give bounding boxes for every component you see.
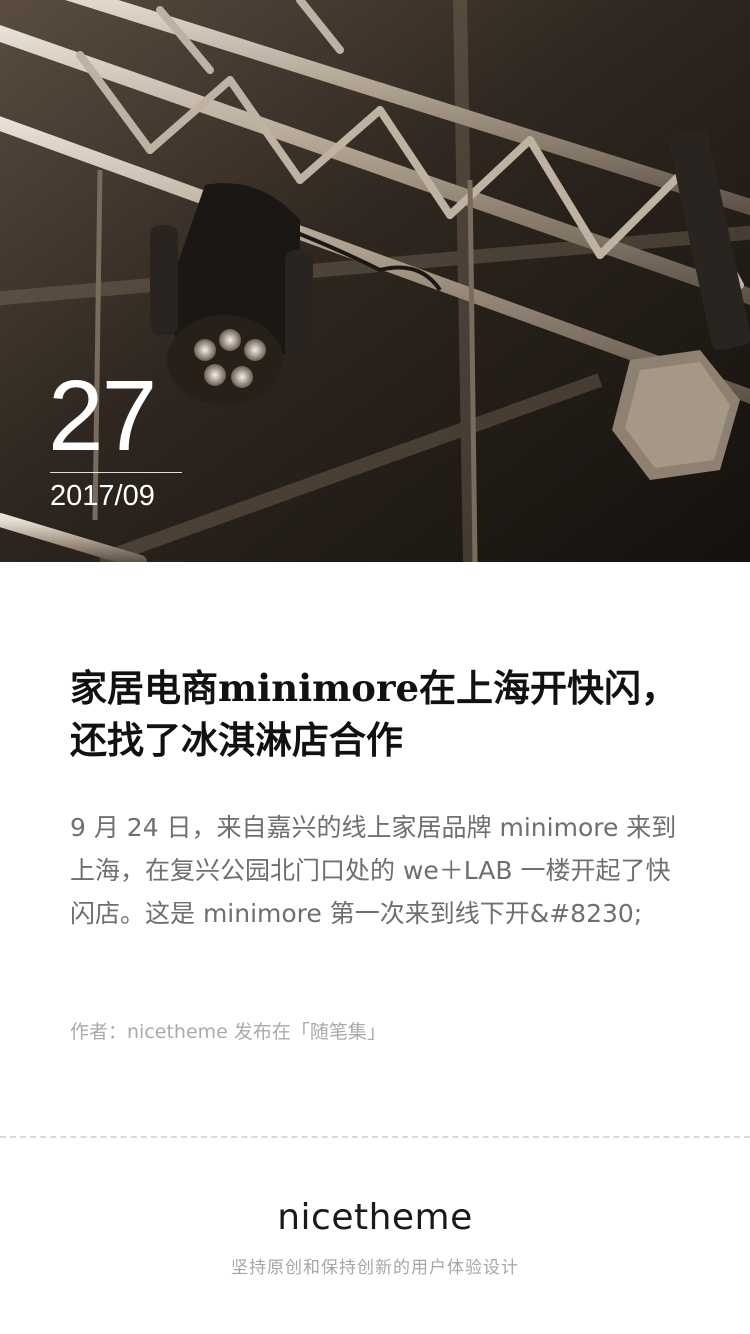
date-day: 27 — [48, 360, 157, 472]
brand-logo[interactable]: nicetheme — [0, 1196, 750, 1240]
article-title[interactable]: 家居电商minimore在上海开快闪，还找了冰淇淋店合作 — [70, 662, 680, 766]
date-divider — [50, 472, 182, 473]
date-month: 2017/09 — [50, 480, 155, 512]
article-meta: 作者：nicetheme 发布在「随笔集」 — [70, 1021, 386, 1043]
article-excerpt: 9 月 24 日，来自嘉兴的线上家居品牌 minimore 来到上海，在复兴公园… — [70, 813, 677, 928]
dashed-divider — [0, 1136, 750, 1138]
hero-image: 27 2017/09 — [0, 0, 750, 562]
brand-tagline: 坚持原创和保持创新的用户体验设计 — [231, 1258, 519, 1278]
stage-lighting-photo — [0, 0, 750, 562]
